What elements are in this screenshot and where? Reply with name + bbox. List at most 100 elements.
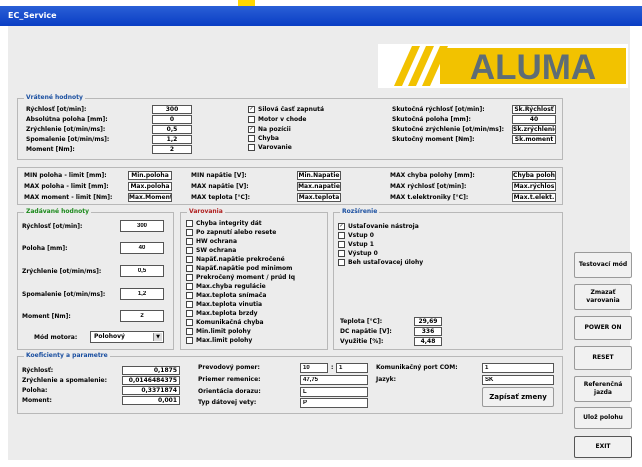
- limit-min-voltage-label: MIN napätie [V]:: [191, 172, 247, 179]
- data-record-type-input[interactable]: [300, 398, 368, 408]
- group-set-values: Zadávané hodnoty: [17, 208, 174, 350]
- checkbox-icon: [186, 328, 193, 335]
- stop-orientation-input[interactable]: [300, 387, 368, 397]
- limit-max-voltage-label: MAX napätie [V]:: [191, 183, 249, 190]
- warning-label: Min.limit polohy: [196, 328, 251, 335]
- write-changes-label: Zapísať zmeny: [489, 393, 547, 401]
- warning-label: Max.limit polohy: [196, 337, 253, 344]
- write-changes-button[interactable]: Zapísať zmeny: [482, 387, 554, 407]
- warning-item: Max.teplota brzdy: [186, 310, 258, 317]
- warning-label: Max.chyba regulácie: [196, 283, 266, 290]
- reset-button[interactable]: RESET: [574, 346, 632, 370]
- save-position-button[interactable]: Ulož polohu: [574, 407, 632, 429]
- group-title: Rozšírenie: [340, 208, 380, 215]
- logo-text: ALUMA: [470, 48, 596, 87]
- warning-label: Prekročený moment / prúd Iq: [196, 274, 296, 281]
- gear-ratio-a-input[interactable]: [300, 363, 328, 373]
- limit-min-position-label: MIN poloha - limit [mm]:: [24, 172, 107, 179]
- language-label: Jazyk:: [376, 376, 397, 383]
- group-title: Varovania: [187, 208, 225, 215]
- com-port-input[interactable]: [482, 363, 554, 373]
- language-input[interactable]: [482, 375, 554, 385]
- returned-accel-value: 0,5: [152, 125, 192, 134]
- check-warning: Varovanie: [248, 144, 292, 151]
- set-decel-label: Spomalenie [ot/min/ms]:: [22, 291, 106, 298]
- gear-ratio-b-input[interactable]: [336, 363, 368, 373]
- set-accel-input[interactable]: [120, 265, 164, 277]
- warning-item: Min.limit polohy: [186, 328, 251, 335]
- coef-speed-label: Rýchlosť:: [22, 367, 54, 374]
- coef-accel-value: 0,0146484375: [122, 376, 180, 385]
- button-label: Referenčná jazda: [583, 381, 623, 396]
- data-record-type-label: Typ dátovej vety:: [198, 399, 257, 406]
- limit-max-moment-value: Max.Moment: [128, 193, 172, 202]
- warning-item: Komunikačná chyba: [186, 319, 264, 326]
- checkbox-icon: [248, 116, 255, 123]
- check-label: Výstup 0: [348, 250, 378, 257]
- com-port-label: Komunikačný port COM:: [376, 364, 458, 371]
- dc-voltage-label: DC napätie [V]:: [340, 328, 392, 335]
- coef-speed-value: 0,1875: [122, 366, 180, 375]
- checkbox-icon: ✓: [248, 126, 255, 133]
- warning-label: Max.teplota snímača: [196, 292, 267, 299]
- set-position-label: Poloha [mm]:: [22, 245, 68, 252]
- check-error: Chyba: [248, 135, 279, 142]
- set-speed-input[interactable]: [120, 220, 164, 232]
- dc-voltage-value: 336: [414, 327, 442, 336]
- set-position-input[interactable]: [120, 242, 164, 254]
- reference-run-button[interactable]: Referenčná jazda: [574, 376, 632, 402]
- set-speed-label: Rýchlosť [ot/min]:: [22, 223, 83, 230]
- limit-max-position-label: MAX poloha - limit [mm]:: [24, 183, 109, 190]
- set-decel-input[interactable]: [120, 288, 164, 300]
- limit-max-pos-error-label: MAX chyba polohy [mm]:: [390, 172, 475, 179]
- warning-item: Chyba integrity dát: [186, 220, 262, 227]
- checkbox-icon: [186, 319, 193, 326]
- group-title: Koeficienty a parametre: [24, 352, 110, 359]
- warning-label: Max.teplota brzdy: [196, 310, 258, 317]
- checkbox-icon: [186, 265, 193, 272]
- gear-ratio-label: Prevodový pomer:: [198, 364, 260, 371]
- check-output-0: Výstup 0: [338, 250, 378, 257]
- set-moment-input[interactable]: [120, 310, 164, 322]
- returned-abs-position-value: 0: [152, 115, 192, 124]
- checkbox-icon: [338, 232, 345, 239]
- aluma-logo: ALUMA: [378, 44, 628, 88]
- utilization-value: 4,48: [414, 337, 442, 346]
- returned-decel-label: Spomalenie [ot/min/ms]:: [26, 136, 110, 143]
- check-input-0: Vstup 0: [338, 232, 374, 239]
- checkbox-icon: [186, 256, 193, 263]
- utilization-label: Využitie [%]:: [340, 338, 384, 345]
- coef-accel-label: Zrýchlenie a spomalenie:: [22, 377, 108, 384]
- actual-position-value: 40: [512, 115, 556, 124]
- returned-abs-position-label: Absolútna poloha [mm]:: [26, 116, 108, 123]
- power-on-button[interactable]: POWER ON: [574, 316, 632, 340]
- limit-max-electronics-temp-value: Max.t.elekt.: [512, 193, 556, 202]
- check-in-position: ✓ Na pozícii: [248, 126, 291, 133]
- warning-item: HW ochrana: [186, 238, 237, 245]
- motor-mode-label: Mód motora:: [34, 334, 78, 341]
- actual-accel-value: Sk.zrýchlenie: [512, 125, 556, 134]
- exit-button[interactable]: EXIT: [574, 436, 632, 458]
- warning-item: Max.teplota vinutia: [186, 301, 262, 308]
- test-mode-button[interactable]: Testovací mód: [574, 252, 632, 278]
- temperature-value: 29,69: [414, 317, 442, 326]
- warning-item: Max.limit polohy: [186, 337, 252, 344]
- motor-mode-select[interactable]: Polohový ▼: [90, 331, 164, 343]
- set-moment-label: Moment [Nm]:: [22, 313, 71, 320]
- check-label: Varovanie: [258, 144, 292, 151]
- button-label: POWER ON: [584, 324, 622, 331]
- limit-max-speed-label: MAX rýchlosť [ot/min]:: [390, 183, 467, 190]
- warning-item: Napäť.napätie pod minimom: [186, 265, 292, 272]
- checkbox-icon: [186, 337, 193, 344]
- pulley-diameter-input[interactable]: [300, 375, 368, 385]
- checkbox-icon: [186, 283, 193, 290]
- checkbox-icon: [186, 274, 193, 281]
- check-label: Chyba: [258, 135, 279, 142]
- clear-warnings-button[interactable]: Zmazať varovania: [574, 284, 632, 310]
- actual-position-label: Skutočná poloha [mm]:: [392, 116, 471, 123]
- actual-speed-value: Sk.Rýchlosť: [512, 105, 556, 114]
- coef-position-label: Poloha:: [22, 387, 48, 394]
- checkbox-icon: [186, 238, 193, 245]
- group-title: Zadávané hodnoty: [24, 208, 91, 215]
- checkbox-icon: [186, 310, 193, 317]
